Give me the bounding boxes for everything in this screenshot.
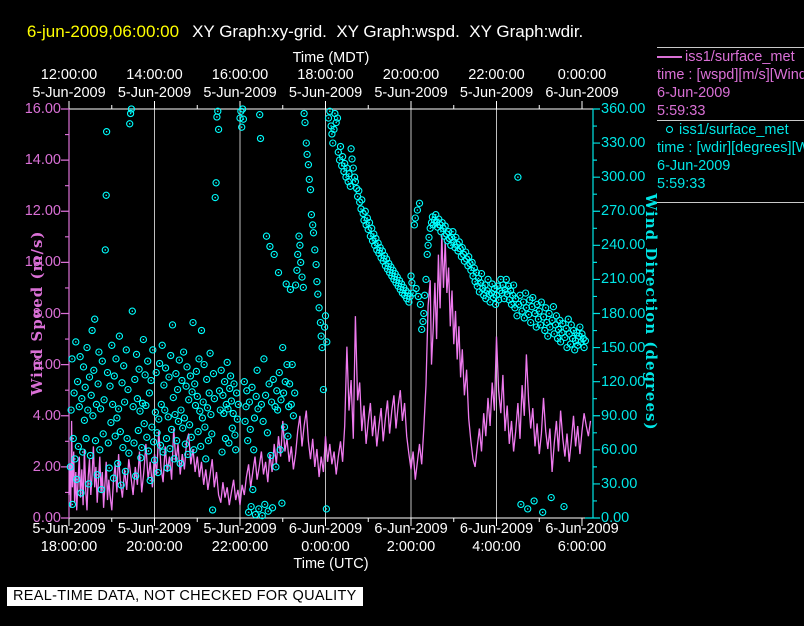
legend-separator <box>657 202 804 203</box>
left-axis-tick-label: 2.00 <box>6 459 61 475</box>
left-axis-tick-label: 4.00 <box>6 408 61 424</box>
right-axis-tick-label: 210.00 <box>601 271 645 287</box>
top-axis-time-label: 0:00:00 <box>532 67 632 83</box>
left-axis-tick-label: 6.00 <box>6 357 61 373</box>
right-axis-tick-label: 300.00 <box>601 169 645 185</box>
right-axis-tick-label: 0.00 <box>601 510 629 526</box>
legend-series-date: 6-Jun-2009 <box>657 84 804 102</box>
left-axis-tick-label: 0.00 <box>6 510 61 526</box>
right-axis-tick-label: 90.00 <box>601 408 637 424</box>
legend-series-time: 5:59:33 <box>657 175 804 193</box>
status-banner: REAL-TIME DATA, NOT CHECKED FOR QUALITY <box>7 587 363 606</box>
right-axis-tick-label: 180.00 <box>601 306 645 322</box>
wind-direction-axis-line <box>585 109 600 518</box>
legend-series-name: iss1/surface_met <box>679 122 789 138</box>
right-axis-tick-label: 30.00 <box>601 476 637 492</box>
right-axis-tick-label: 360.00 <box>601 101 645 117</box>
xy-graph-window: 6-jun-2009,06:00:00XY Graph:xy-grid. XY … <box>0 0 804 626</box>
bottom-axis-title: Time (UTC) <box>231 556 431 572</box>
wspd-line-marker-icon <box>657 56 682 58</box>
right-axis-tick-label: 270.00 <box>601 203 645 219</box>
left-axis-tick-label: 14.00 <box>6 152 61 168</box>
right-axis-tick-label: 60.00 <box>601 442 637 458</box>
legend-series-time: 5:59:33 <box>657 102 804 120</box>
legend-series-name: iss1/surface_met <box>685 49 795 65</box>
legend-entry-wspd: iss1/surface_met time : [wspd][m/s][Wind… <box>657 48 804 120</box>
top-axis-date-label: 6-Jun-2009 <box>532 85 632 101</box>
left-axis-tick-label: 8.00 <box>6 306 61 322</box>
bottom-axis-time-label: 6:00:00 <box>532 539 632 555</box>
wdir-circle-marker-icon <box>666 126 673 133</box>
right-axis-tick-label: 120.00 <box>601 374 645 390</box>
legend: iss1/surface_met time : [wspd][m/s][Wind… <box>657 40 804 210</box>
right-axis-tick-label: 240.00 <box>601 237 645 253</box>
right-axis-tick-label: 150.00 <box>601 340 645 356</box>
left-axis-tick-label: 16.00 <box>6 101 61 117</box>
top-axis-title: Time (MDT) <box>231 50 431 66</box>
legend-series-date: 6-Jun-2009 <box>657 157 804 175</box>
left-axis-tick-label: 12.00 <box>6 203 61 219</box>
right-axis-tick-label: 330.00 <box>601 135 645 151</box>
legend-entry-wdir: iss1/surface_met time : [wdir][degrees][… <box>657 121 804 202</box>
gridlines <box>155 109 497 518</box>
legend-series-detail: time : [wdir][degrees][W <box>657 139 804 157</box>
wind-speed-axis-line <box>61 109 69 518</box>
left-axis-tick-label: 10.00 <box>6 254 61 270</box>
legend-series-detail: time : [wspd][m/s][Wind <box>657 66 804 84</box>
